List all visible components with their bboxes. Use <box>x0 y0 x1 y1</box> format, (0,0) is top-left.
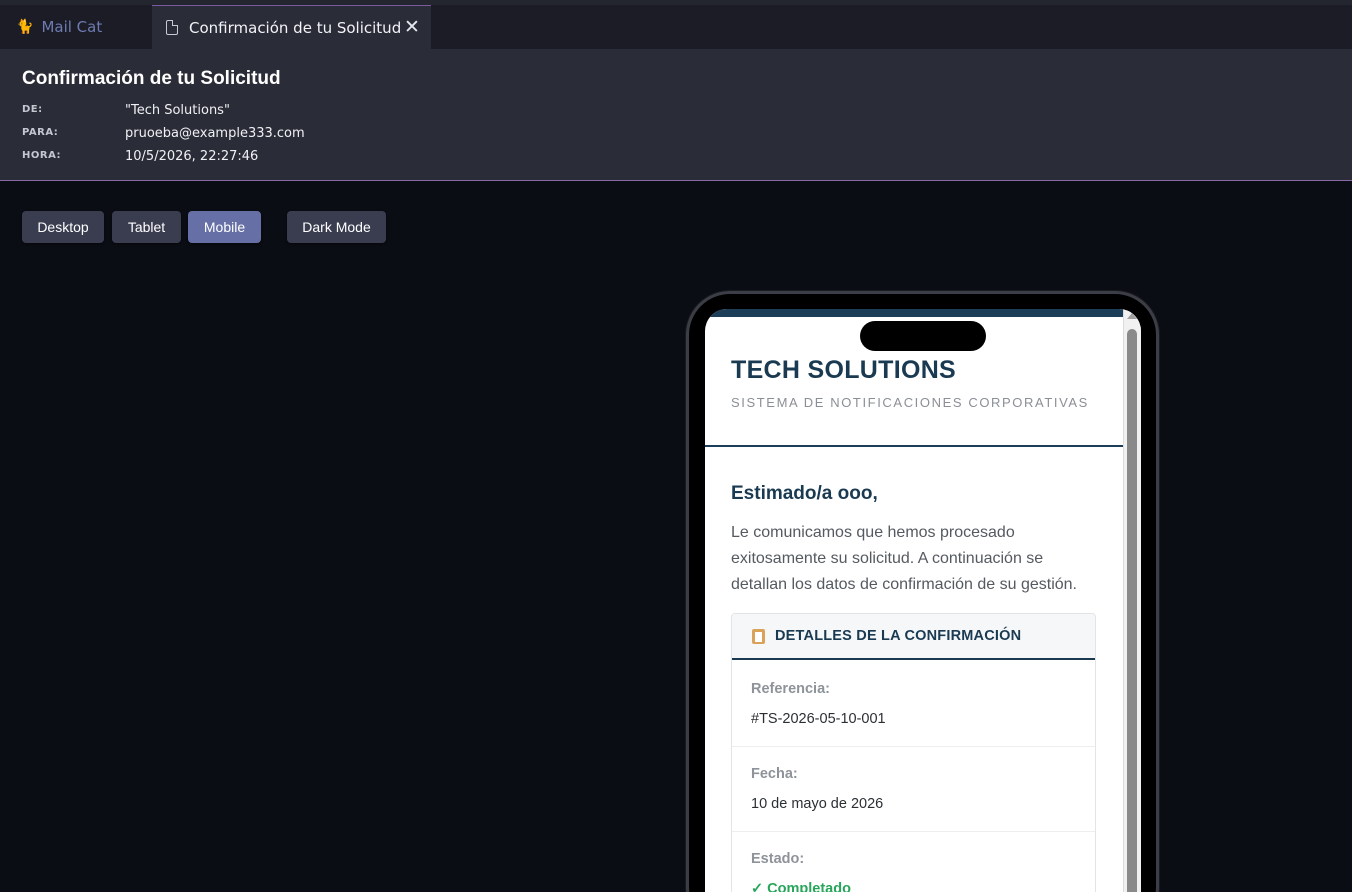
tab-mail-cat[interactable]: 🐈 Mail Cat <box>0 5 152 49</box>
detail-label: Fecha: <box>751 766 798 782</box>
cat-icon: 🐈 <box>16 19 34 35</box>
time-value: 10/5/2026, 22:27:46 <box>125 149 259 164</box>
detail-value: 10 de mayo de 2026 <box>751 796 884 812</box>
email-meta-header: Confirmación de tu Solicitud DE: "Tech S… <box>0 49 1352 181</box>
brand-name: TECH SOLUTIONS <box>731 356 957 384</box>
desktop-view-button[interactable]: Desktop <box>22 211 104 243</box>
detail-row-status: Estado: ✓ Completado <box>732 832 1095 892</box>
email-greeting: Estimado/a ooo, <box>731 483 878 504</box>
clipboard-icon <box>752 628 765 644</box>
document-icon <box>166 20 178 35</box>
status-value: ✓ Completado <box>751 881 851 892</box>
from-value: "Tech Solutions" <box>125 103 230 118</box>
close-icon[interactable]: ✕ <box>403 18 421 37</box>
phone-screen[interactable]: TECH SOLUTIONS SISTEMA DE NOTIFICACIONES… <box>705 309 1141 892</box>
detail-value: #TS-2026-05-10-001 <box>751 711 886 727</box>
phone-notch <box>860 321 986 351</box>
tab-bar: 🐈 Mail Cat Confirmación de tu Solicitud … <box>0 0 1352 49</box>
email-top-strip <box>705 309 1123 317</box>
tab-label: Confirmación de tu Solicitud <box>189 18 402 37</box>
detail-label: Referencia: <box>751 681 830 697</box>
from-label: DE: <box>22 104 43 115</box>
detail-row-date: Fecha: 10 de mayo de 2026 <box>732 747 1095 832</box>
tablet-view-button[interactable]: Tablet <box>112 211 181 243</box>
details-card: DETALLES DE LA CONFIRMACIÓN Referencia: … <box>731 613 1096 892</box>
scrollbar[interactable] <box>1123 309 1141 892</box>
detail-row-reference: Referencia: #TS-2026-05-10-001 <box>732 662 1095 747</box>
scroll-up-icon[interactable] <box>1127 313 1137 319</box>
to-label: PARA: <box>22 127 59 138</box>
tab-label: Mail Cat <box>41 18 103 36</box>
details-card-header: DETALLES DE LA CONFIRMACIÓN <box>732 614 1095 660</box>
email-subject: Confirmación de tu Solicitud <box>22 68 281 89</box>
email-intro: Le comunicamos que hemos procesado exito… <box>731 524 1077 593</box>
mobile-view-button[interactable]: Mobile <box>188 211 261 243</box>
detail-label: Estado: <box>751 851 805 867</box>
tab-email-preview[interactable]: Confirmación de tu Solicitud ✕ <box>152 5 431 49</box>
to-value: pruoeba@example333.com <box>125 126 305 141</box>
dark-mode-button[interactable]: Dark Mode <box>287 211 386 243</box>
details-title: DETALLES DE LA CONFIRMACIÓN <box>775 628 1022 644</box>
brand-tagline: SISTEMA DE NOTIFICACIONES CORPORATIVAS <box>731 395 1089 410</box>
scrollbar-thumb[interactable] <box>1127 329 1137 892</box>
time-label: HORA: <box>22 150 61 161</box>
